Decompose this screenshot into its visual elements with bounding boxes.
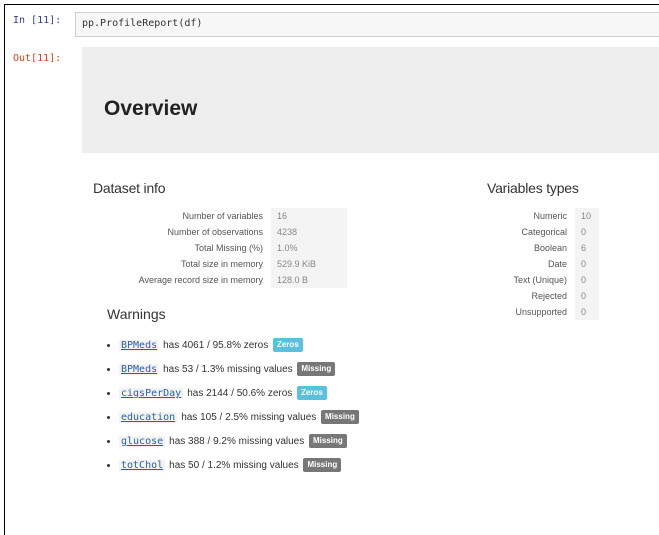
info-label: Categorical [521,227,567,237]
variable-link[interactable]: cigsPerDay [119,388,184,399]
info-value: 1.0% [271,240,347,256]
warning-text: has 50 / 1.2% missing values [169,460,299,471]
notebook-frame: In [11]: pp.ProfileReport(df) Out[11]: O… [4,4,659,535]
info-label: Number of variables [182,211,263,221]
info-row: Date 0 [485,256,599,272]
info-label: Number of observations [167,227,263,237]
warning-item: educationhas 105 / 2.5% missing values M… [119,406,359,430]
warnings-title: Warnings [107,306,166,322]
missing-badge: Missing [303,458,342,473]
info-row: Total size in memory 529.9 KiB [93,256,347,272]
input-prompt: In [11]: [13,15,62,26]
warning-text: has 105 / 2.5% missing values [181,412,317,423]
info-row: Rejected 0 [485,288,599,304]
info-label: Date [547,259,567,269]
info-value: 10 [575,208,599,224]
overview-header: Overview [82,47,659,153]
info-row: Total Missing (%) 1.0% [93,240,347,256]
code-text: pp.ProfileReport(df) [82,18,203,29]
zeros-badge: Zeros [272,338,303,353]
info-label: Numeric [533,211,567,221]
variable-link[interactable]: BPMeds [119,364,160,375]
variables-types-title: Variables types [487,180,579,196]
warnings-list: BPMedshas 4061 / 95.8% zeros ZerosBPMeds… [101,334,359,478]
missing-badge: Missing [321,410,359,425]
missing-badge: Missing [297,362,336,377]
zeros-badge: Zeros [297,386,327,401]
info-row: Number of variables 16 [93,208,347,224]
output-cell: Out[11]: Overview Dataset info Number of… [5,47,659,535]
overview-title: Overview [104,97,198,120]
info-label: Total Missing (%) [194,243,263,253]
info-label: Total size in memory [180,259,263,269]
info-row: Unsupported 0 [485,304,599,320]
info-row: Boolean 6 [485,240,599,256]
info-value: 0 [575,256,599,272]
info-label: Rejected [531,291,567,301]
warning-item: cigsPerDayhas 2144 / 50.6% zeros Zeros [119,382,359,406]
info-label: Text (Unique) [513,275,567,285]
warning-text: has 388 / 9.2% missing values [169,436,305,447]
variable-link[interactable]: education [119,412,178,423]
warning-text: has 4061 / 95.8% zeros [163,340,269,351]
info-row: Numeric 10 [485,208,599,224]
variable-link[interactable]: totChol [119,460,166,471]
info-value: 6 [575,240,599,256]
warning-item: totCholhas 50 / 1.2% missing values Miss… [119,454,359,478]
info-value: 0 [575,304,599,320]
warning-text: has 53 / 1.3% missing values [163,364,293,375]
variable-link[interactable]: glucose [119,436,166,447]
info-value: 4238 [271,224,347,240]
info-label: Unsupported [515,307,567,317]
code-input[interactable]: pp.ProfileReport(df) [75,12,659,37]
info-value: 16 [271,208,347,224]
info-label: Average record size in memory [138,275,263,285]
info-value: 128.0 B [271,272,347,288]
output-prompt: Out[11]: [13,53,62,64]
warning-item: BPMedshas 4061 / 95.8% zeros Zeros [119,334,359,358]
dataset-info-table: Number of variables 16 Number of observati… [93,208,347,288]
info-value: 0 [575,224,599,240]
variable-link[interactable]: BPMeds [119,340,160,351]
warning-item: glucosehas 388 / 9.2% missing values Mis… [119,430,359,454]
dataset-info-title: Dataset info [93,180,166,196]
info-row: Categorical 0 [485,224,599,240]
info-row: Average record size in memory 128.0 B [93,272,347,288]
info-row: Text (Unique) 0 [485,272,599,288]
info-value: 529.9 KiB [271,256,347,272]
variables-types-table: Numeric 10 Categorical 0 Boolean 6 Date 0 Text (… [485,208,599,320]
input-cell[interactable]: In [11]: pp.ProfileReport(df) [5,12,659,47]
info-row: Number of observations 4238 [93,224,347,240]
info-value: 0 [575,288,599,304]
info-value: 0 [575,272,599,288]
profile-report: Overview Dataset info Number of variable… [75,47,659,535]
missing-badge: Missing [309,434,347,449]
warning-item: BPMedshas 53 / 1.3% missing values Missi… [119,358,359,382]
info-label: Boolean [533,243,567,253]
warning-text: has 2144 / 50.6% zeros [187,388,293,399]
